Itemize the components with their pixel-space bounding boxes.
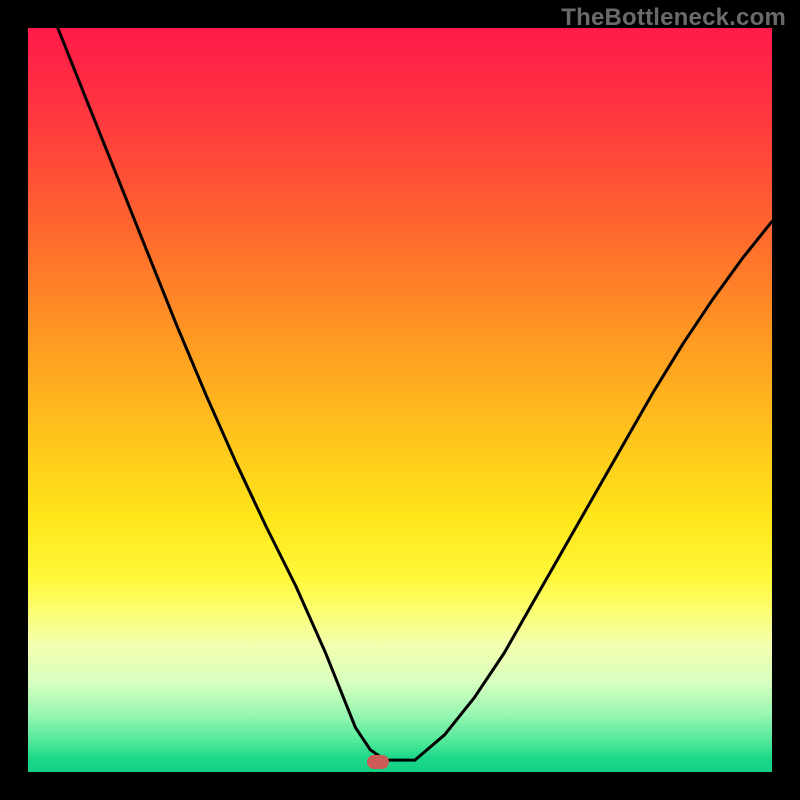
optimum-marker [367, 755, 389, 769]
curve-svg [28, 28, 772, 772]
plot-area [28, 28, 772, 772]
watermark-text: TheBottleneck.com [561, 4, 786, 32]
bottleneck-curve [58, 28, 772, 760]
chart-frame: TheBottleneck.com [0, 0, 800, 800]
